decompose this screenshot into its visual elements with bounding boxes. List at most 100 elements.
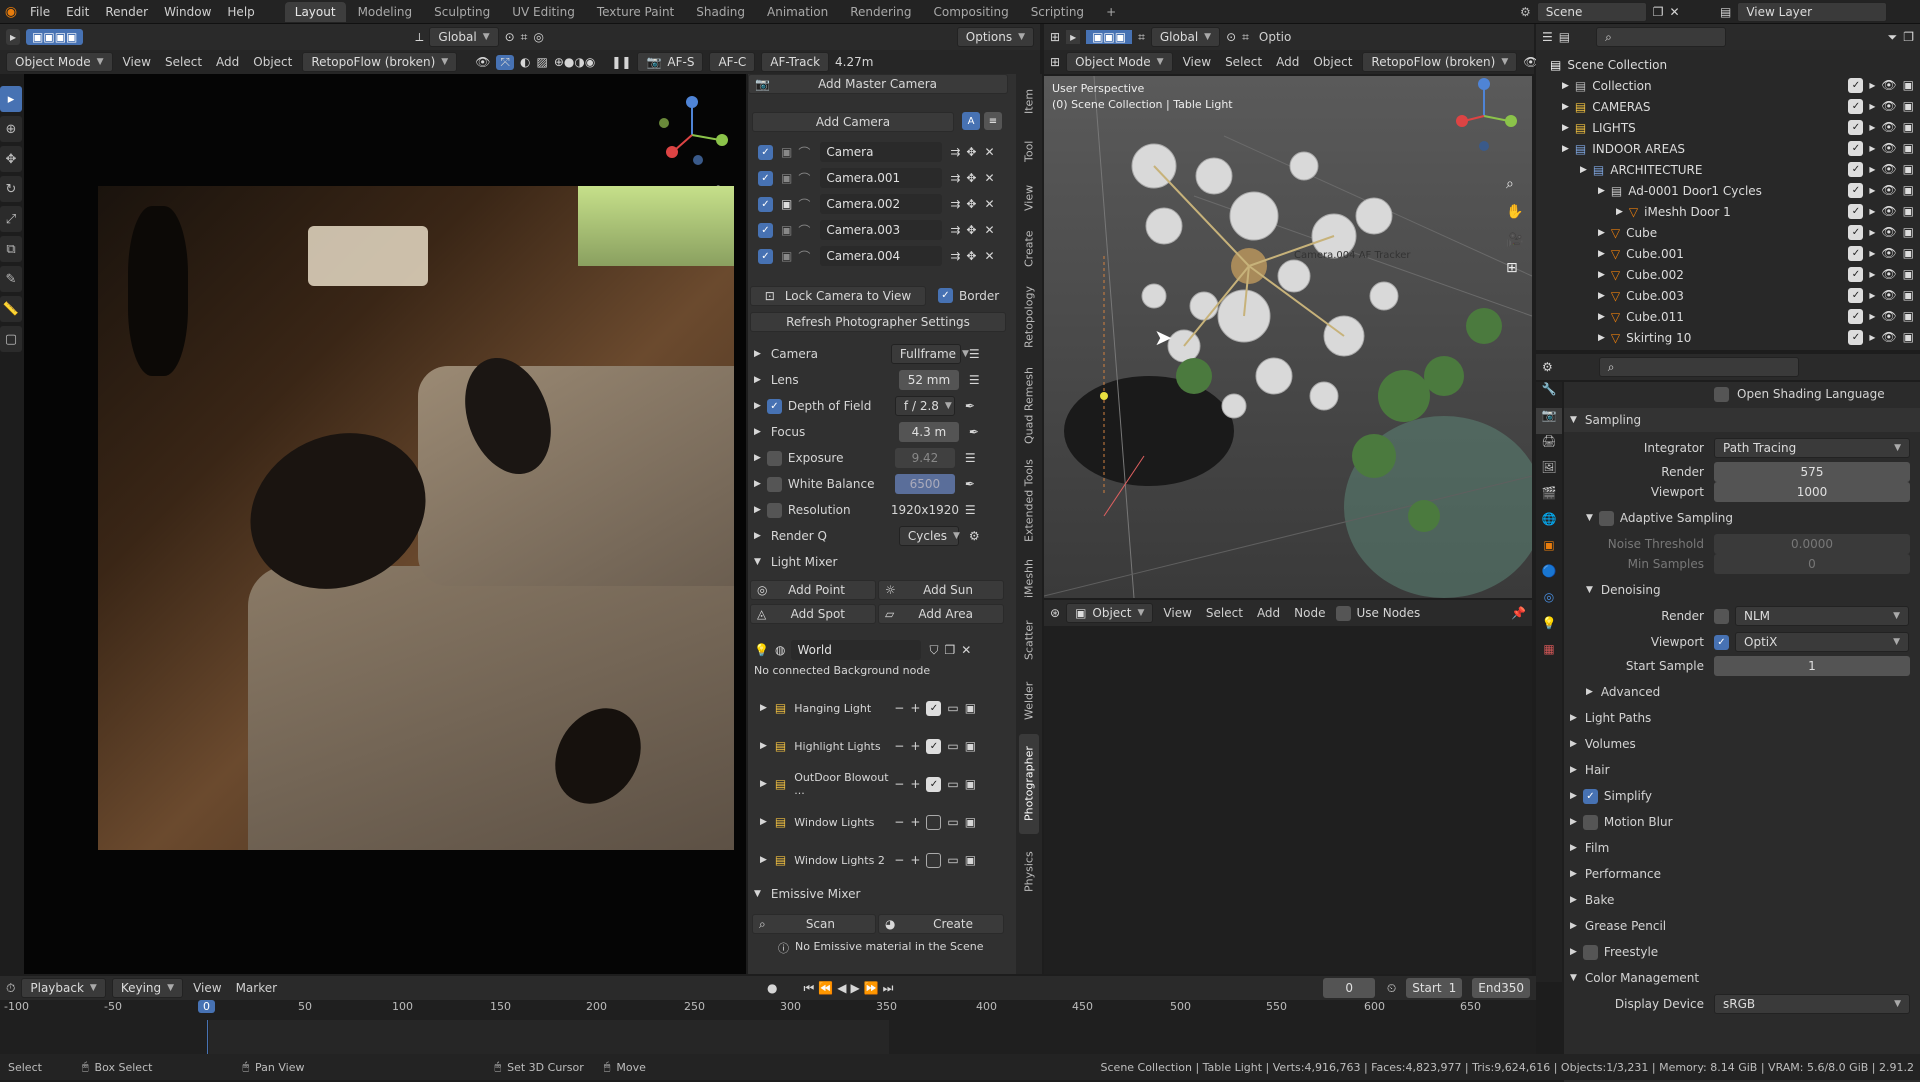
menu-object[interactable]: Object [249,55,296,69]
section-grease-pencil[interactable]: ▶ Grease Pencil [1564,914,1920,938]
render-toggle-icon[interactable]: ▣ [1903,288,1914,303]
expand-icon[interactable]: ▶ [1570,895,1577,905]
pause-icon[interactable]: ❚❚ [611,55,631,69]
tab-scatter[interactable]: Scatter [1019,612,1039,668]
camera-lock-icon[interactable]: ⌒ [798,222,810,239]
eye-icon[interactable]: 👁 [1881,309,1896,324]
render-toggle-icon[interactable]: ▣ [1903,204,1914,219]
world-globe-icon[interactable]: ◍ [775,643,785,657]
world-light-icon[interactable]: 💡 [754,643,769,657]
light-group-row[interactable]: ▶ ▤ Window Lights − + ▭ ▣ [748,810,1016,834]
exclude-checkbox[interactable]: ✓ [1848,78,1864,93]
motion-blur-checkbox[interactable] [1582,814,1598,830]
pivot-icon-2[interactable]: ⊙ [1226,30,1236,44]
camera-view-icon[interactable]: 🎥 [1506,232,1523,248]
render-engine-dropdown[interactable]: Cycles ▼ [898,526,960,546]
outliner-row[interactable]: ▶ ▽ Cube ✓ ▸ 👁 ▣ [1536,222,1920,243]
start-sample-field[interactable]: 1 [1714,656,1910,676]
scene-field[interactable]: Scene [1536,2,1647,22]
tab-quad-remesh[interactable]: Quad Remesh [1019,364,1039,448]
select-toggle-icon[interactable]: ▸ [1869,183,1875,198]
expand-icon[interactable]: ▶ [1580,165,1587,175]
dof-prop-row[interactable]: ▶ ✓ Depth of Field f / 2.8 ▼ ✒ [748,394,1016,418]
camera-enable-checkbox[interactable]: ✓ [758,196,773,212]
tab-sculpting[interactable]: Sculpting [424,2,500,22]
camera-render-icon[interactable]: ▣ [781,249,792,263]
expand-icon[interactable]: ▶ [1562,102,1569,112]
camera-delete-icon[interactable]: ✕ [984,223,994,237]
collapse-icon[interactable]: ▼ [1570,415,1577,425]
border-toggle[interactable]: ✓ Border [938,288,999,303]
clock-icon[interactable]: ⏲ [1387,981,1396,996]
render-samples-field[interactable]: 575 [1714,462,1910,482]
expand-icon[interactable]: ▶ [1570,739,1577,749]
ortho-grid-icon[interactable]: ⊞ [1506,260,1523,276]
tab-tool[interactable]: Tool [1019,134,1039,168]
tab-physics[interactable]: Physics [1019,842,1039,902]
tool-select-icon[interactable]: ▸ [6,29,21,45]
section-bake[interactable]: ▶ Bake [1564,888,1920,912]
options-button-2[interactable]: Optio [1255,30,1295,44]
global-dropdown[interactable]: Global ▼ [429,27,499,47]
section-simplify[interactable]: ▶ ✓ Simplify [1564,784,1920,808]
camera-view-icon[interactable]: ⇉ [950,223,960,237]
camera-render-icon[interactable]: ▣ [781,223,792,237]
outliner-row[interactable]: ▶ ▤ INDOOR AREAS ✓ ▸ 👁 ▣ [1536,138,1920,159]
camera-render-icon[interactable]: ▣ [781,145,792,159]
eye-icon[interactable]: 👁 [1881,183,1896,198]
timeline-editor-icon[interactable]: ⏱ [6,981,15,996]
exclude-checkbox[interactable]: ✓ [1848,225,1864,240]
select-toggle-icon[interactable]: ▸ [1869,120,1875,135]
monitor-icon[interactable]: ▭ [947,777,958,791]
render-icon[interactable]: ▣ [965,701,976,715]
camera-target-icon[interactable]: ✥ [966,171,976,185]
camera-delete-icon[interactable]: ✕ [984,197,994,211]
select-toggle-icon[interactable]: ▸ [1869,330,1875,345]
tab-view[interactable]: View [1019,178,1039,218]
select-mode-icons[interactable]: ▣▣▣ [1086,30,1133,44]
blender-logo-icon[interactable]: ◉ [0,4,22,20]
render-toggle-icon[interactable]: ▣ [1903,120,1914,135]
options-dropdown[interactable]: Options ▼ [956,27,1034,47]
tab-item[interactable]: Item [1019,84,1039,118]
texture-tab-icon[interactable]: ▦ [1536,642,1562,668]
editor-type-icon[interactable]: ⊞ [1050,30,1060,44]
eye-icon[interactable]: 👁 [1881,288,1896,303]
select-toggle-icon[interactable]: ▸ [1869,309,1875,324]
select-toggle-icon[interactable]: ▸ [1869,78,1875,93]
render-tab-icon[interactable]: 📷 [1536,408,1562,434]
editor-type-icon-3[interactable]: ⊛ [1050,606,1060,620]
noise-threshold-field[interactable]: 0.0000 [1714,534,1910,554]
menu-add-2[interactable]: Add [1272,55,1303,69]
timeline-view-menu[interactable]: View [189,981,225,995]
white-balance-field[interactable]: 6500 [894,474,955,494]
menu-window[interactable]: Window [156,5,219,19]
section-motion-blur[interactable]: ▶ Motion Blur [1564,810,1920,834]
rotate-tool-icon[interactable]: ↻ [0,176,22,202]
list-icon[interactable]: ☰ [969,373,980,387]
camera-name[interactable]: Camera.002 [820,194,943,214]
section-volumes[interactable]: ▶ Volumes [1564,732,1920,756]
select-toggle-icon[interactable]: ▸ [1869,99,1875,114]
object-mode-dropdown-2[interactable]: Object Mode ▼ [1066,52,1173,72]
menu-select[interactable]: Select [161,55,206,69]
light-group-row[interactable]: ▶ ▤ Highlight Lights − + ✓ ▭ ▣ [748,734,1016,758]
expand-icon[interactable]: ▶ [754,453,761,463]
node-menu-view[interactable]: View [1159,606,1195,620]
select-tool-icon[interactable]: ▸ [0,86,22,112]
select-toggle-icon[interactable]: ▸ [1869,267,1875,282]
expand-icon[interactable]: ▶ [754,479,761,489]
eye-icon[interactable]: 👁 [1881,99,1896,114]
cursor-tool-icon[interactable]: ⊕ [0,116,22,142]
exclude-checkbox[interactable]: ✓ [1848,330,1864,345]
camera-delete-icon[interactable]: ✕ [984,171,994,185]
camera-lock-icon[interactable]: ⌒ [798,144,810,161]
pan-hand-icon[interactable]: ✋ [1506,204,1523,220]
expand-icon[interactable]: ▶ [1570,713,1577,723]
pivot-icon[interactable]: ⊙ [505,30,515,44]
shading-modes-icon[interactable]: ⊕●◑◉ [554,55,595,69]
lock-camera-button[interactable]: ⊡ Lock Camera to View [750,286,926,306]
camera-list-item[interactable]: ✓ ▣ ⌒ Camera.004 ⇉ ✥ ✕ [748,244,1016,268]
outliner-row[interactable]: ▶ ▤ Collection ✓ ▸ 👁 ▣ [1536,75,1920,96]
world-field[interactable]: World [791,640,922,660]
